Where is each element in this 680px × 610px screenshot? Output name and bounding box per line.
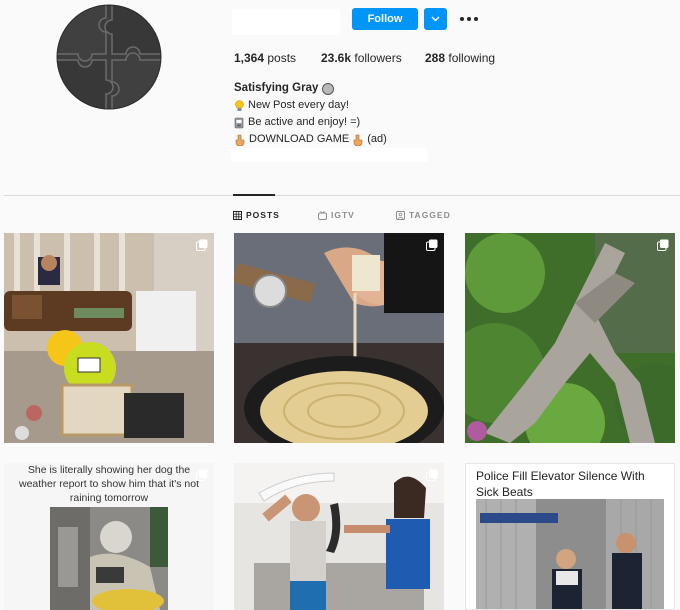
slot-machine-icon <box>234 117 244 128</box>
multi-post-icon <box>426 469 438 481</box>
post-image-woman-dog <box>50 507 168 610</box>
profile-stats: 1,364 posts 23.6k followers 288 followin… <box>234 51 495 65</box>
post-image-tree <box>465 233 675 443</box>
igtv-icon <box>318 210 327 220</box>
tag-icon <box>396 210 405 220</box>
gray-circle-emoji-icon <box>322 82 335 95</box>
more-options-button[interactable] <box>458 10 480 28</box>
profile-name: Satisfying Gray <box>234 80 387 97</box>
post-caption: She is literally showing her dog the wea… <box>18 464 199 504</box>
bio-line-3: DOWNLOAD GAME (ad) <box>234 131 387 148</box>
bio-line-1: New Post every day! <box>234 97 387 114</box>
post-image-elevator <box>476 499 664 609</box>
followers-stat[interactable]: 23.6k followers <box>321 51 425 65</box>
tab-igtv[interactable]: IGTV <box>318 210 355 220</box>
more-dots-icon <box>460 17 464 21</box>
chevron-down-icon <box>431 16 440 22</box>
suggested-accounts-button[interactable] <box>424 8 447 30</box>
lightbulb-icon <box>235 99 244 111</box>
post-tile[interactable]: Police Fill Elevator Silence With Sick B… <box>465 463 675 610</box>
multi-post-icon <box>196 239 208 251</box>
posts-stat: 1,364 posts <box>234 51 297 65</box>
pointing-down-hand-icon <box>353 134 363 146</box>
post-tile[interactable] <box>234 463 444 610</box>
username-redacted <box>232 9 340 35</box>
tabs-divider <box>4 195 680 196</box>
active-tab-indicator <box>233 194 275 196</box>
grid-icon <box>233 210 242 220</box>
post-tile[interactable] <box>465 233 675 443</box>
tab-posts[interactable]: POSTS <box>233 210 280 220</box>
post-tile[interactable] <box>234 233 444 443</box>
tab-tagged[interactable]: TAGGED <box>396 210 451 220</box>
post-tile[interactable]: She is literally showing her dog the wea… <box>4 463 214 610</box>
puzzle-avatar-icon <box>56 4 162 110</box>
follow-button[interactable]: Follow <box>352 8 418 30</box>
post-tile[interactable] <box>4 233 214 443</box>
multi-post-icon <box>196 469 208 481</box>
bio-line-2: Be active and enjoy! =) <box>234 114 387 131</box>
multi-post-icon <box>426 239 438 251</box>
bio-link-redacted <box>231 148 427 162</box>
pointing-down-hand-icon <box>235 134 245 146</box>
profile-bio: Satisfying Gray New Post every day! Be a… <box>234 80 387 148</box>
post-image-pasta <box>234 233 444 443</box>
following-stat[interactable]: 288 following <box>425 51 495 65</box>
post-image-towel-trick <box>234 463 444 610</box>
profile-avatar[interactable] <box>56 4 162 110</box>
post-caption: Police Fill Elevator Silence With Sick B… <box>476 469 645 499</box>
post-image-living-room <box>4 233 214 443</box>
multi-post-icon <box>657 239 669 251</box>
